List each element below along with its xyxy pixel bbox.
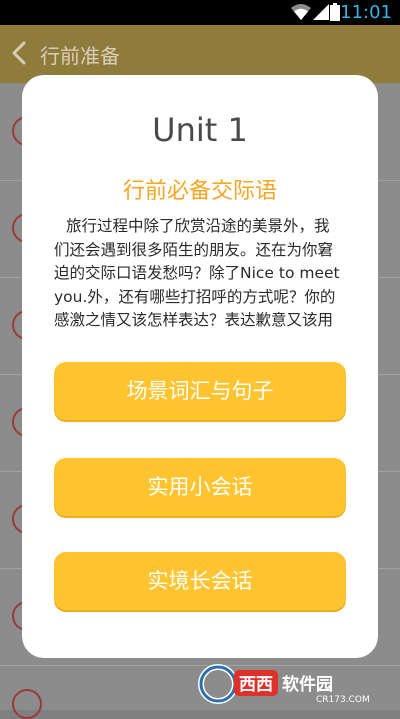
clock-time: 11:01 <box>340 2 392 23</box>
watermark-brand: 西西 <box>239 675 273 695</box>
vocabulary-sentences-button[interactable]: 场景词汇与句子 <box>54 362 346 420</box>
battery-icon <box>330 3 340 21</box>
watermark-logo: 西西 CR173.COM 软件园 <box>196 660 396 706</box>
watermark-brand-suffix: 软件园 <box>282 674 333 695</box>
signal-icon <box>313 4 329 20</box>
long-dialogue-button[interactable]: 实境长会话 <box>54 552 346 610</box>
watermark-url: CR173.COM <box>316 695 370 705</box>
unit-subtitle: 行前必备交际语 <box>122 179 277 204</box>
page-title: 行前准备 <box>40 44 120 68</box>
short-dialogue-button[interactable]: 实用小会话 <box>54 458 346 516</box>
list-item-circle-icon <box>12 689 42 719</box>
wifi-icon <box>291 4 311 20</box>
unit-dialog: Unit 1 行前必备交际语 旅行过程中除了欣赏沿途的美景外，我们还会遇到很多陌… <box>22 75 378 658</box>
back-arrow-icon[interactable] <box>8 39 32 67</box>
unit-title: Unit 1 <box>152 111 248 149</box>
status-bar: 11:01 <box>0 0 400 25</box>
unit-description: 旅行过程中除了欣赏沿途的美景外，我们还会遇到很多陌生的朋友。还在为你窘迫的交际口… <box>54 217 340 329</box>
